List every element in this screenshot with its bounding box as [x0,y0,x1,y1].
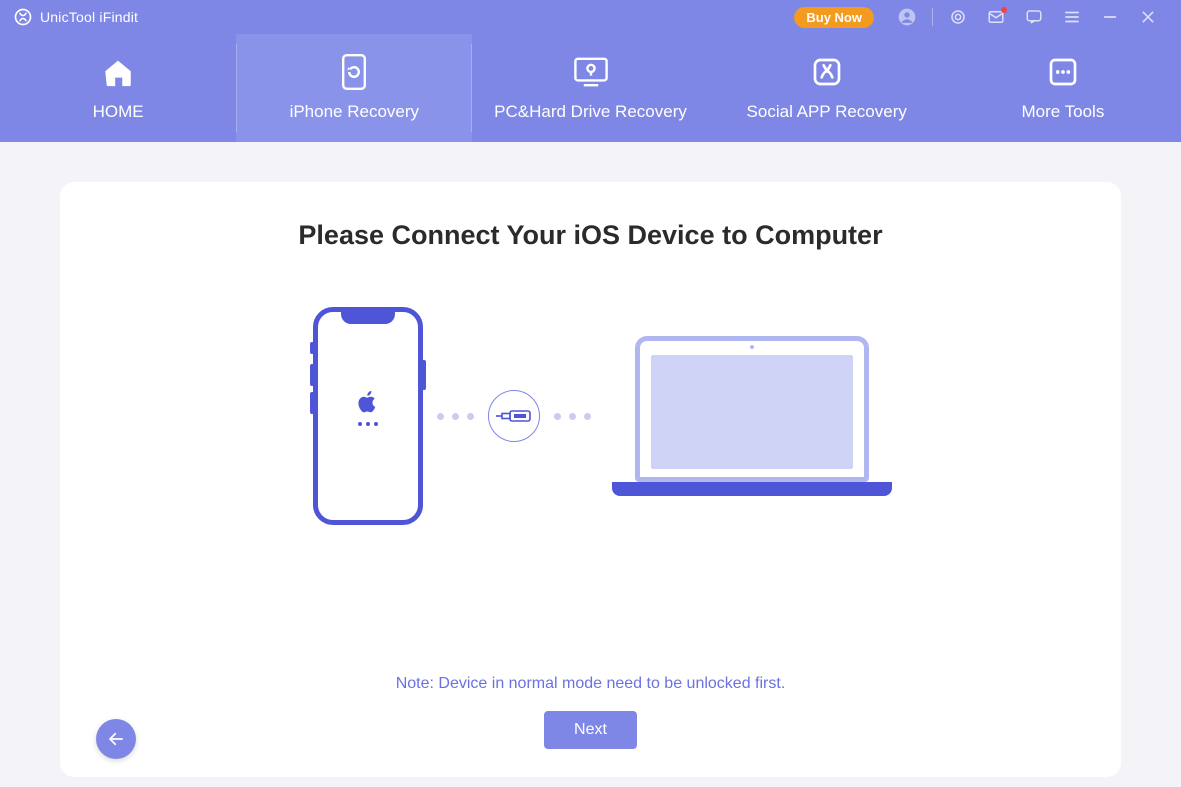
page-title: Please Connect Your iOS Device to Comput… [298,220,882,251]
tab-social-recovery[interactable]: Social APP Recovery [709,34,945,142]
note-text: Note: Device in normal mode need to be u… [396,675,786,693]
buy-now-button[interactable]: Buy Now [794,7,874,28]
pc-recovery-icon [573,54,609,90]
minimize-icon[interactable] [1099,6,1121,28]
usb-connector-icon [488,390,540,442]
content-area: Please Connect Your iOS Device to Comput… [0,142,1181,787]
target-icon[interactable] [947,6,969,28]
tab-iphone-recovery[interactable]: iPhone Recovery [236,34,472,142]
feedback-icon[interactable] [1023,6,1045,28]
tab-home[interactable]: HOME [0,34,236,142]
title-bar: UnicTool iFindit Buy Now [0,0,1181,34]
titlebar-separator [932,8,933,26]
back-button[interactable] [96,719,136,759]
account-icon[interactable] [896,6,918,28]
apple-logo-icon [358,390,378,419]
main-nav: HOME iPhone Recovery PC&Hard Drive Recov… [0,34,1181,142]
tab-label: More Tools [1021,102,1104,122]
more-tools-icon [1045,54,1081,90]
close-icon[interactable] [1137,6,1159,28]
tab-label: Social APP Recovery [747,102,907,122]
home-icon [100,54,136,90]
app-window: UnicTool iFindit Buy Now [0,0,1181,787]
notification-dot-icon [1001,7,1007,13]
mail-icon[interactable] [985,6,1007,28]
tab-more-tools[interactable]: More Tools [945,34,1181,142]
iphone-illustration-icon [313,307,423,525]
menu-icon[interactable] [1061,6,1083,28]
app-title: UnicTool iFindit [40,9,138,25]
connect-illustration [313,307,869,525]
next-button[interactable]: Next [544,711,637,749]
app-logo-icon [14,8,32,26]
laptop-illustration-icon [635,336,869,496]
connect-card: Please Connect Your iOS Device to Comput… [60,182,1121,777]
tab-label: PC&Hard Drive Recovery [494,102,687,122]
tab-pc-recovery[interactable]: PC&Hard Drive Recovery [472,34,708,142]
tab-label: iPhone Recovery [290,102,419,122]
iphone-recovery-icon [336,54,372,90]
connection-dots-right-icon [554,413,591,420]
tab-label: HOME [93,102,144,122]
social-app-icon [809,54,845,90]
connection-dots-left-icon [437,413,474,420]
arrow-left-icon [107,730,125,748]
